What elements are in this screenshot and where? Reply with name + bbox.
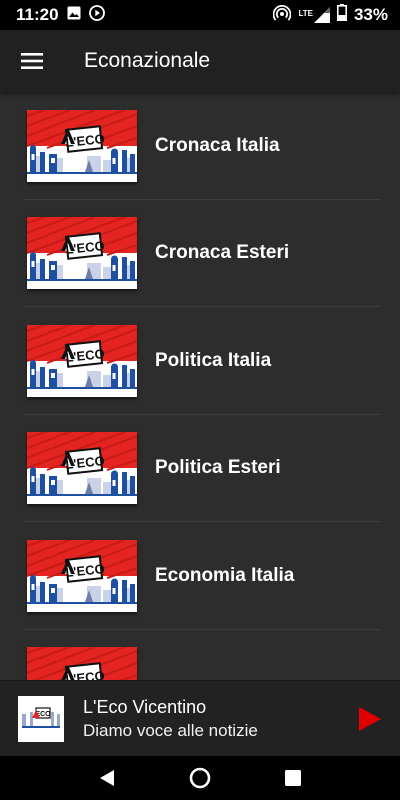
player-title: L'Eco Vicentino — [83, 696, 207, 717]
item-title: Cronaca Esteri — [155, 242, 290, 264]
player-text: L'Eco Vicentino Diamo voce alle notizie — [83, 695, 258, 743]
back-icon — [99, 770, 114, 786]
item-thumbnail: L'ECO — [27, 217, 137, 290]
cell-signal: LTE — [298, 7, 330, 23]
status-time: 11:20 — [16, 5, 59, 24]
menu-button[interactable] — [0, 30, 64, 92]
item-thumbnail: L'ECO — [27, 324, 137, 397]
app-root: 11:20 LTE 33% Econazionale L'ECO Cronaca… — [0, 0, 400, 800]
hamburger-menu-icon — [21, 53, 43, 69]
leco-thumbnail-icon: L'ECO — [27, 539, 137, 612]
list-item[interactable]: L'ECO Cronaca Italia — [0, 92, 400, 200]
system-nav-bar — [0, 756, 400, 800]
list-item[interactable]: L'ECO Politica Esteri — [0, 415, 400, 523]
media-play-notification-icon — [88, 4, 105, 26]
status-left: 11:20 — [16, 4, 105, 26]
leco-logo-icon: ECO — [18, 695, 64, 742]
home-button[interactable] — [180, 758, 220, 798]
leco-thumbnail-icon: L'ECO — [27, 324, 137, 397]
app-bar: Econazionale — [0, 30, 400, 92]
item-title: Politica Italia — [155, 349, 272, 371]
player-subtitle: Diamo voce alle notizie — [83, 720, 258, 740]
mini-player[interactable]: ECO L'Eco Vicentino Diamo voce alle noti… — [0, 680, 400, 756]
hotspot-icon — [273, 4, 292, 27]
play-button[interactable] — [354, 699, 386, 739]
list-item[interactable]: L'ECO Cronaca Esteri — [0, 200, 400, 308]
item-thumbnail: L'ECO — [27, 432, 137, 505]
recents-button[interactable] — [273, 758, 313, 798]
status-right: LTE 33% — [273, 4, 388, 27]
item-title: Cronaca Italia — [155, 134, 280, 156]
battery-icon — [336, 4, 347, 26]
item-thumbnail: L'ECO — [27, 647, 137, 680]
list-item[interactable]: L'ECO Politica Italia — [0, 307, 400, 415]
status-bar: 11:20 LTE 33% — [0, 0, 400, 30]
recents-icon — [285, 770, 302, 786]
photo-notification-icon — [67, 5, 81, 25]
back-button[interactable] — [87, 758, 127, 798]
leco-thumbnail-icon: L'ECO — [27, 109, 137, 182]
item-thumbnail: L'ECO — [27, 109, 137, 182]
channel-list[interactable]: L'ECO Cronaca Italia L'ECO Cronaca Ester… — [0, 92, 400, 680]
item-thumbnail: L'ECO — [27, 539, 137, 612]
network-type: LTE — [298, 9, 313, 18]
leco-thumbnail-icon: L'ECO — [27, 647, 137, 680]
cell-signal-icon — [313, 7, 330, 23]
list-item[interactable]: L'ECO — [0, 630, 400, 680]
page-title: Econazionale — [84, 49, 211, 72]
battery-percent: 33% — [353, 5, 388, 24]
item-title: Politica Esteri — [155, 457, 281, 479]
leco-thumbnail-icon: L'ECO — [27, 217, 137, 290]
leco-thumbnail-icon: L'ECO — [27, 432, 137, 505]
item-title: Economia Italia — [155, 564, 295, 586]
play-icon — [359, 706, 381, 731]
list-item[interactable]: L'ECO Economia Italia — [0, 522, 400, 630]
player-thumbnail: ECO — [18, 695, 64, 742]
home-icon — [189, 767, 211, 789]
